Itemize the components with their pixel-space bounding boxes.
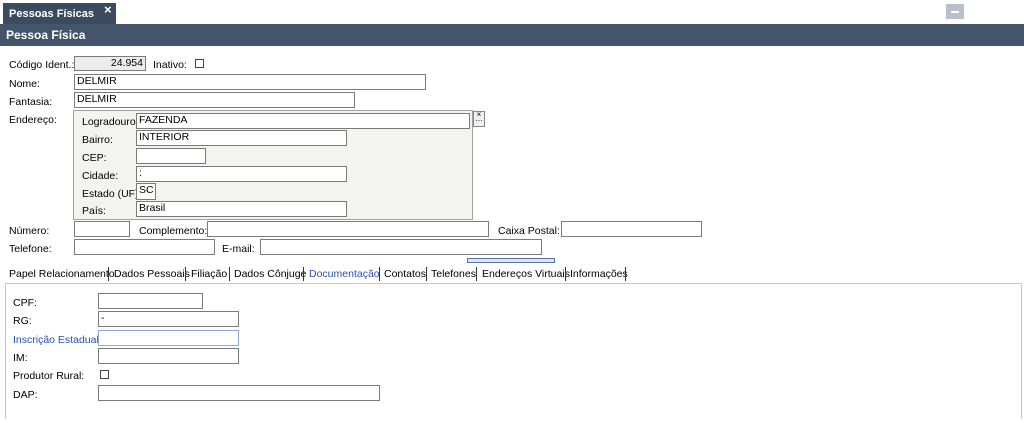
tab-separator bbox=[379, 267, 380, 281]
tab-separator bbox=[229, 267, 230, 281]
tab-separator bbox=[426, 267, 427, 281]
codigo-label: Código Ident.: bbox=[9, 59, 75, 71]
dap-label: DAP: bbox=[13, 389, 38, 401]
estado-field[interactable]: SC bbox=[136, 183, 156, 200]
tab-separator bbox=[303, 267, 304, 281]
dap-field[interactable] bbox=[98, 385, 380, 401]
inscricao-estadual-label: Inscrição Estadual: bbox=[13, 334, 102, 346]
tab-informacoes[interactable]: Informações bbox=[570, 268, 628, 280]
tab-strip: Papel Relacionamento Dados Pessoais Fili… bbox=[0, 266, 1024, 283]
tab-dados-conjuge[interactable]: Dados Cônjuge bbox=[234, 268, 306, 280]
caixa-postal-field[interactable] bbox=[561, 221, 702, 237]
bairro-field[interactable]: INTERIOR bbox=[136, 130, 347, 146]
im-label: IM: bbox=[13, 352, 28, 364]
cpf-field[interactable] bbox=[98, 293, 203, 309]
tab-separator bbox=[625, 267, 626, 281]
codigo-field: 24.954 bbox=[74, 56, 146, 71]
fantasia-label: Fantasia: bbox=[9, 96, 53, 108]
inativo-checkbox[interactable] bbox=[195, 59, 204, 68]
produtor-rural-checkbox[interactable] bbox=[100, 370, 109, 379]
tab-contatos[interactable]: Contatos bbox=[384, 268, 426, 280]
window-title: Pessoa Física bbox=[6, 28, 86, 42]
cidade-field[interactable]: : bbox=[136, 166, 347, 182]
doc-tab-label: Pessoas Físicas bbox=[9, 8, 95, 20]
cep-field[interactable] bbox=[136, 148, 206, 164]
complemento-label: Complemento: bbox=[139, 225, 208, 237]
tab-documentacao[interactable]: Documentação bbox=[309, 268, 380, 280]
cpf-label: CPF: bbox=[13, 297, 37, 309]
logradouro-label: Logradouro: bbox=[82, 116, 139, 128]
cidade-label: Cidade: bbox=[82, 170, 119, 182]
tab-separator bbox=[476, 267, 477, 281]
tab-papel-relacionamento[interactable]: Papel Relacionamento bbox=[9, 268, 115, 280]
bairro-label: Bairro: bbox=[82, 134, 113, 146]
window-titlebar: Pessoa Física bbox=[0, 24, 1024, 46]
document-tab-bar: Pessoas Físicas × bbox=[0, 0, 1024, 24]
im-field[interactable] bbox=[98, 348, 239, 364]
inscricao-estadual-field[interactable] bbox=[98, 330, 239, 346]
rg-label: RG: bbox=[13, 315, 32, 327]
tab-separator bbox=[108, 267, 109, 281]
inativo-label: Inativo: bbox=[153, 59, 187, 71]
tab-separator bbox=[565, 267, 566, 281]
pais-field[interactable]: Brasil bbox=[136, 201, 347, 217]
nome-field[interactable]: DELMIR bbox=[74, 74, 426, 90]
numero-field[interactable] bbox=[74, 221, 130, 237]
minimize-icon[interactable] bbox=[946, 4, 964, 19]
caixa-postal-label: Caixa Postal: bbox=[498, 225, 560, 237]
telefone-label: Telefone: bbox=[9, 243, 52, 255]
pais-label: País: bbox=[82, 205, 106, 217]
telefone-field[interactable] bbox=[74, 239, 215, 255]
email-field[interactable] bbox=[260, 239, 542, 255]
complemento-field[interactable] bbox=[207, 221, 489, 237]
fantasia-field[interactable]: DELMIR bbox=[74, 92, 355, 108]
close-icon[interactable]: × bbox=[104, 3, 112, 16]
numero-label: Número: bbox=[9, 225, 50, 237]
tab-telefones[interactable]: Telefones bbox=[431, 268, 476, 280]
panel-splitter[interactable] bbox=[467, 258, 555, 263]
tab-dados-pessoais[interactable]: Dados Pessoais bbox=[114, 268, 190, 280]
endereco-label: Endereço: bbox=[9, 114, 57, 126]
clear-address-icon[interactable]: × ··· bbox=[473, 111, 485, 127]
cep-label: CEP: bbox=[82, 152, 107, 164]
nome-label: Nome: bbox=[9, 78, 40, 90]
produtor-rural-label: Produtor Rural: bbox=[13, 370, 85, 382]
tab-enderecos-virtuais[interactable]: Endereços Virtuais bbox=[482, 268, 570, 280]
tab-separator bbox=[185, 267, 186, 281]
email-label: E-mail: bbox=[222, 243, 255, 255]
tab-filiacao[interactable]: Filiação bbox=[191, 268, 227, 280]
doc-tab-pessoas-fisicas[interactable]: Pessoas Físicas × bbox=[3, 3, 116, 24]
close-button[interactable]: Fechar bbox=[980, 4, 1014, 16]
estado-label: Estado (UF): bbox=[82, 188, 142, 200]
logradouro-field[interactable]: FAZENDA bbox=[136, 113, 470, 129]
rg-field[interactable]: - bbox=[98, 311, 239, 327]
